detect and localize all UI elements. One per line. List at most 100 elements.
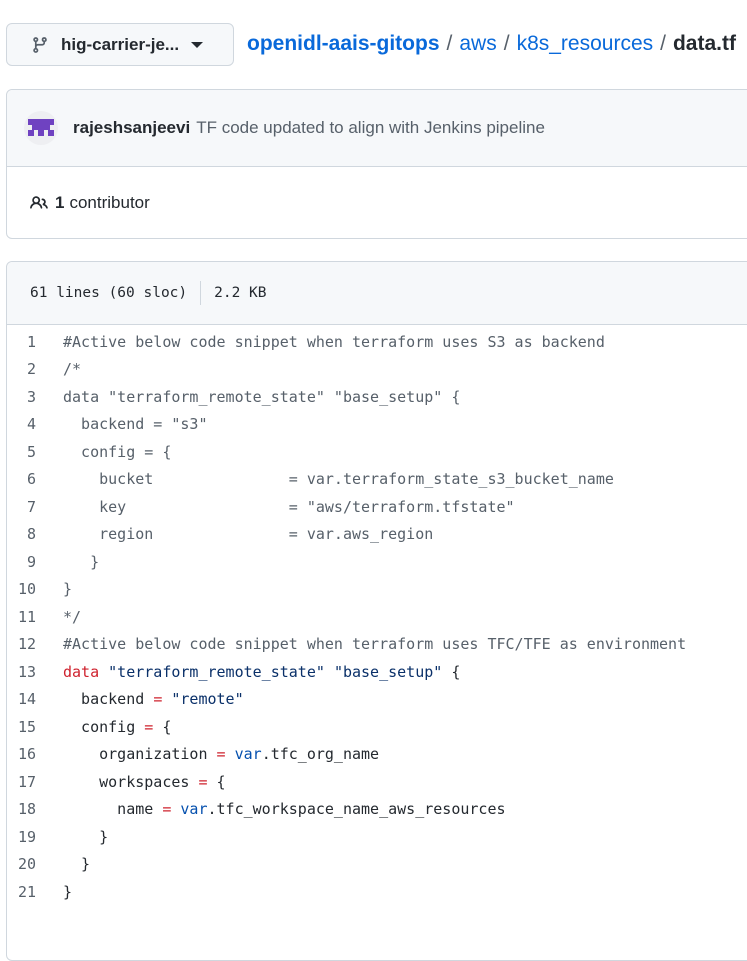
line-number[interactable]: 7 [7,498,63,516]
code-line: 19 } [7,823,747,851]
code-line: 17 workspaces = { [7,768,747,796]
breadcrumb-separator: / [446,32,453,55]
code-token: var [234,745,262,764]
code-token: data [63,662,100,681]
code-line: 5 config = { [7,438,747,466]
code-token: var [180,800,208,819]
code-token: "terraform_remote_state" [108,662,325,681]
code-token: { [442,662,461,681]
code-text: region = var.aws_region [63,525,434,544]
commit-message-link[interactable]: TF code updated to align with Jenkins pi… [196,118,545,138]
code-line: 20 } [7,851,747,879]
line-number[interactable]: 21 [7,883,63,901]
code-token: organization [63,745,217,764]
line-number[interactable]: 13 [7,663,63,681]
line-number[interactable]: 3 [7,388,63,406]
avatar[interactable] [24,111,58,145]
line-number[interactable]: 2 [7,360,63,378]
code-line: 1 #Active below code snippet when terrafo… [7,328,747,356]
code-line: 4 backend = "s3" [7,411,747,439]
code-token: { [207,772,226,791]
line-number[interactable]: 16 [7,745,63,763]
code-text: data "terraform_remote_state" "base_setu… [63,387,461,406]
file-line-count: 61 lines (60 sloc) [30,285,188,301]
line-number[interactable]: 17 [7,773,63,791]
code-token: "base_setup" [333,662,443,681]
code-text: /* [63,360,82,379]
code-listing: 1 #Active below code snippet when terrafo… [7,325,747,906]
code-line: 10} [7,576,747,604]
commit-author-link[interactable]: rajeshsanjeevi [73,118,190,138]
code-text: bucket = var.terraform_state_s3_bucket_n… [63,470,614,489]
code-token: = [198,772,208,791]
code-text: config = { [63,442,172,461]
line-number[interactable]: 8 [7,525,63,543]
contributor-count: 1 [55,193,65,212]
code-text: } [63,580,73,599]
git-branch-icon [31,36,49,54]
code-line: 6 bucket = var.terraform_state_s3_bucket… [7,466,747,494]
breadcrumb-folder-k8s-link[interactable]: k8s_resources [517,32,654,56]
breadcrumb: openidl-aais-gitops / aws / k8s_resource… [247,32,736,56]
code-token: .tfc_org_name [261,745,380,764]
commit-row: rajeshsanjeevi TF code updated to align … [7,90,747,167]
line-number[interactable]: 18 [7,800,63,818]
breadcrumb-folder-aws-link[interactable]: aws [459,32,496,56]
code-token: workspaces [63,772,199,791]
line-number[interactable]: 5 [7,443,63,461]
code-text: workspaces = { [63,772,226,791]
line-number[interactable]: 14 [7,690,63,708]
breadcrumb-repo-link[interactable]: openidl-aais-gitops [247,32,440,56]
line-number[interactable]: 19 [7,828,63,846]
code-token: backend [63,690,154,709]
code-token: { [153,717,172,736]
code-token: } [63,882,73,901]
line-number[interactable]: 10 [7,580,63,598]
code-line: 12 #Active below code snippet when terraf… [7,631,747,659]
line-number[interactable]: 12 [7,635,63,653]
people-icon [29,194,49,212]
code-text: backend = "remote" [63,690,244,708]
line-number[interactable]: 15 [7,718,63,736]
line-number[interactable]: 6 [7,470,63,488]
code-token: } [63,827,109,846]
code-token: = [216,745,226,764]
branch-selector-button[interactable]: hig-carrier-je... [6,23,234,66]
divider [200,281,202,305]
breadcrumb-separator: / [503,32,510,55]
latest-commit-box: rajeshsanjeevi TF code updated to align … [6,89,747,239]
code-text: config = { [63,718,171,736]
code-token: .tfc_workspace_name_aws_resources [207,800,506,819]
line-number[interactable]: 11 [7,608,63,626]
code-text: } [63,883,72,901]
code-line: 9 } [7,548,747,576]
code-text: #Active below code snippet when terrafor… [63,332,605,351]
file-info-header: 61 lines (60 sloc) 2.2 KB [7,262,747,325]
code-line: 2/* [7,356,747,384]
contributors-row[interactable]: 1 contributor [7,167,747,239]
code-text: } [63,828,108,846]
code-line: 16 organization = var.tfc_org_name [7,741,747,769]
code-token: config [63,717,145,736]
code-text: } [63,855,90,873]
file-viewer: 61 lines (60 sloc) 2.2 KB 1 #Active below… [6,261,747,961]
code-line: 14 backend = "remote" [7,686,747,714]
line-number[interactable]: 1 [7,333,63,351]
code-line: 18 name = var.tfc_workspace_name_aws_res… [7,796,747,824]
file-size: 2.2 KB [214,285,267,301]
line-number[interactable]: 9 [7,553,63,571]
code-line: 15 config = { [7,713,747,741]
code-token: "remote" [171,690,244,709]
line-number[interactable]: 20 [7,855,63,873]
code-line: 8 region = var.aws_region [7,521,747,549]
code-line: 21} [7,878,747,906]
breadcrumb-file-name: data.tf [672,32,736,55]
branch-name: hig-carrier-je... [61,34,180,54]
code-text: backend = "s3" [63,415,208,434]
code-text: #Active below code snippet when terrafor… [63,635,687,654]
code-line: 3 data "terraform_remote_state" "base_set… [7,383,747,411]
line-number[interactable]: 4 [7,415,63,433]
code-line: 13 data "terraform_remote_state" "base_se… [7,658,747,686]
